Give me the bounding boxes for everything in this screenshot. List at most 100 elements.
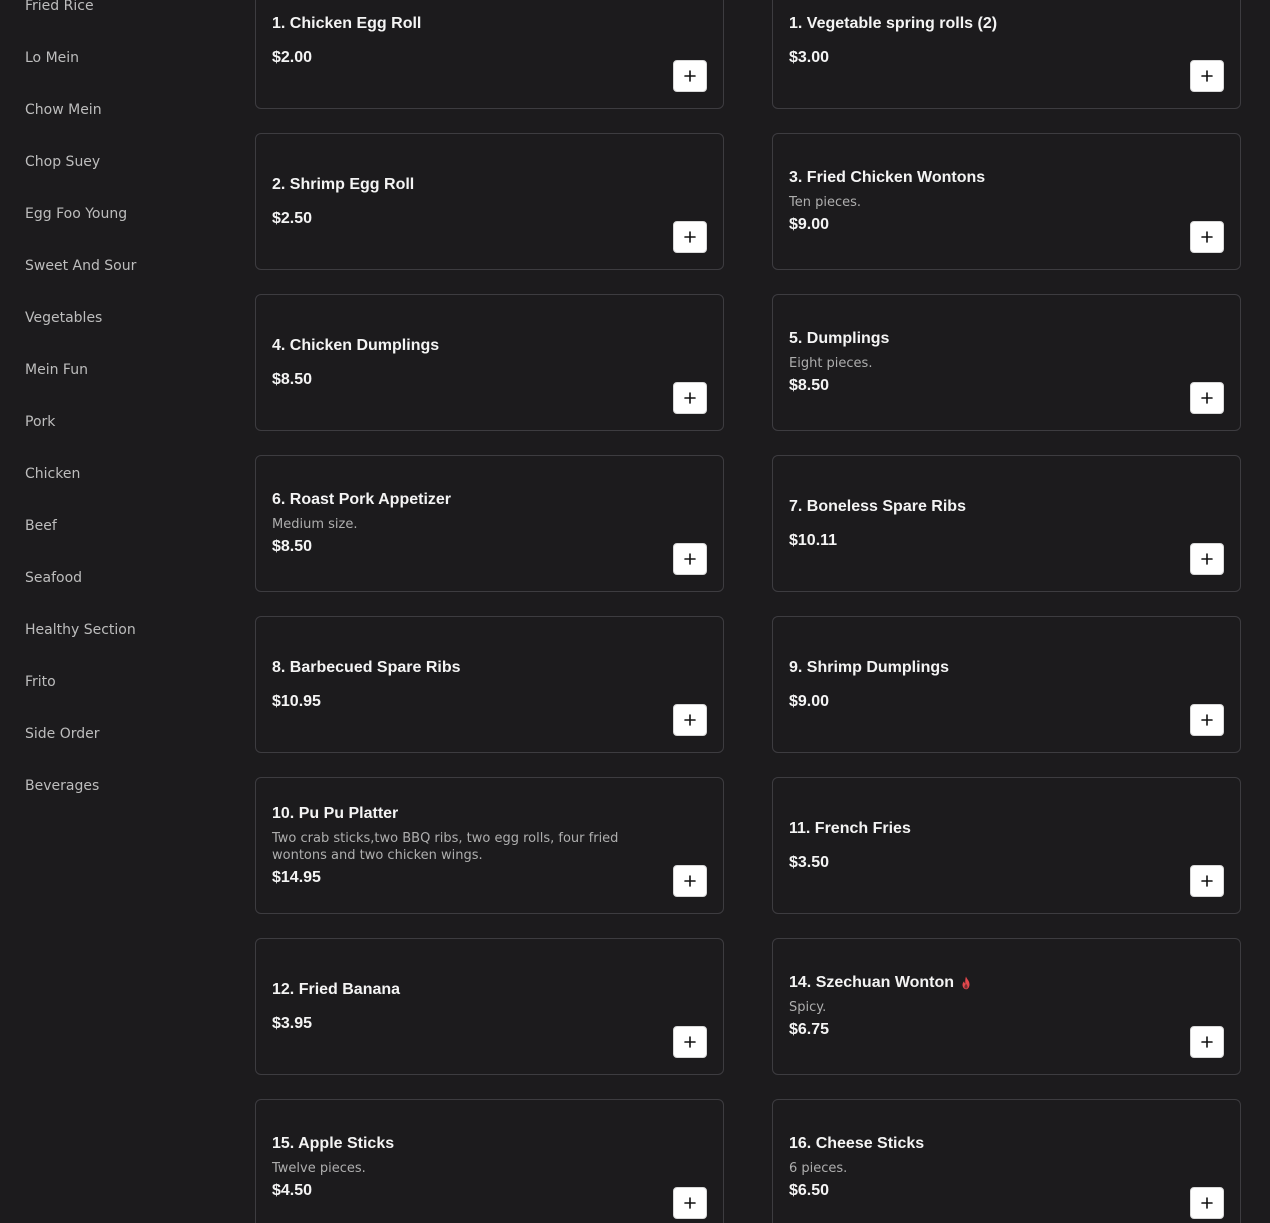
menu-item-card[interactable]: 3. Fried Chicken Wontons Ten pieces. $9.00 [772, 133, 1241, 270]
menu-item-title-text: 6. Roast Pork Appetizer [272, 491, 452, 508]
sidebar-item-chicken[interactable]: Chicken [25, 465, 80, 483]
menu-item-title: 8. Barbecued Spare Ribs [272, 658, 663, 678]
menu-item-title-text: 16. Cheese Sticks [789, 1135, 925, 1152]
plus-icon [1201, 714, 1213, 726]
sidebar-item-fried-rice[interactable]: Fried Rice [25, 0, 94, 15]
add-to-cart-button[interactable] [673, 60, 707, 92]
plus-icon [1201, 553, 1213, 565]
sidebar-item-frito[interactable]: Frito [25, 673, 56, 691]
add-to-cart-button[interactable] [673, 1026, 707, 1058]
plus-icon [684, 70, 696, 82]
sidebar-item-beverages[interactable]: Beverages [25, 777, 99, 795]
add-to-cart-button[interactable] [1190, 704, 1224, 736]
menu-item-info: 10. Pu Pu Platter Two crab sticks,two BBQ… [272, 778, 663, 913]
sidebar-item-seafood[interactable]: Seafood [25, 569, 82, 587]
menu-item-price: $6.50 [789, 1182, 830, 1199]
menu-item-card[interactable]: 9. Shrimp Dumplings $9.00 [772, 616, 1241, 753]
sidebar-item-sweet-and-sour[interactable]: Sweet And Sour [25, 257, 136, 275]
plus-icon [1201, 231, 1213, 243]
menu-item-info: 4. Chicken Dumplings $8.50 [272, 295, 663, 430]
menu-item-info: 2. Shrimp Egg Roll $2.50 [272, 134, 663, 269]
add-to-cart-button[interactable] [673, 865, 707, 897]
add-to-cart-button[interactable] [1190, 1187, 1224, 1219]
menu-item-card[interactable]: 16. Cheese Sticks 6 pieces. $6.50 [772, 1099, 1241, 1223]
menu-item-card[interactable]: 5. Dumplings Eight pieces. $8.50 [772, 294, 1241, 431]
menu-item-price: $8.50 [789, 377, 830, 394]
add-to-cart-button[interactable] [673, 704, 707, 736]
plus-icon [684, 553, 696, 565]
menu-item-card[interactable]: 6. Roast Pork Appetizer Medium size. $8.50 [255, 455, 724, 592]
sidebar-item-beef[interactable]: Beef [25, 517, 57, 535]
menu-item-price: $2.50 [272, 209, 313, 227]
menu-item-card[interactable]: 7. Boneless Spare Ribs $10.11 [772, 455, 1241, 592]
add-to-cart-button[interactable] [1190, 382, 1224, 414]
add-to-cart-button[interactable] [1190, 543, 1224, 575]
menu-item-card[interactable]: 10. Pu Pu Platter Two crab sticks,two BBQ… [255, 777, 724, 914]
menu-item-title: 12. Fried Banana [272, 980, 663, 1000]
menu-item-title: 1. Chicken Egg Roll [272, 14, 663, 34]
sidebar-item-pork[interactable]: Pork [25, 413, 55, 431]
menu-item-info: 15. Apple Sticks Twelve pieces. $4.50 [272, 1100, 663, 1223]
menu-item-title: 7. Boneless Spare Ribs [789, 497, 1180, 517]
menu-item-card[interactable]: 12. Fried Banana $3.95 [255, 938, 724, 1075]
add-to-cart-button[interactable] [1190, 1026, 1224, 1058]
plus-icon [684, 1197, 696, 1209]
menu-item-card[interactable]: 1. Vegetable spring rolls (2) $3.00 [772, 0, 1241, 109]
menu-item-description: Twelve pieces. [272, 1161, 366, 1176]
plus-icon [684, 1036, 696, 1048]
menu-item-title-text: 3. Fried Chicken Wontons [789, 169, 986, 186]
menu-item-price: $6.75 [789, 1021, 830, 1038]
menu-item-card[interactable]: 4. Chicken Dumplings $8.50 [255, 294, 724, 431]
menu-item-price: $3.00 [789, 48, 830, 66]
sidebar-item-healthy-section[interactable]: Healthy Section [25, 621, 136, 639]
menu-item-price: $10.11 [789, 531, 838, 549]
sidebar-item-side-order[interactable]: Side Order [25, 725, 100, 743]
flame-icon [960, 976, 972, 990]
add-to-cart-button[interactable] [1190, 221, 1224, 253]
menu-item-card[interactable]: 14. Szechuan Wonton Spicy. $6.75 [772, 938, 1241, 1075]
menu-item-info: 1. Vegetable spring rolls (2) $3.00 [789, 0, 1180, 108]
add-to-cart-button[interactable] [673, 382, 707, 414]
menu-item-info: 7. Boneless Spare Ribs $10.11 [789, 456, 1180, 591]
menu-item-description: Ten pieces. [789, 195, 862, 210]
menu-item-title-text: 11. French Fries [789, 819, 911, 837]
menu-item-info: 5. Dumplings Eight pieces. $8.50 [789, 295, 1180, 430]
add-to-cart-button[interactable] [673, 221, 707, 253]
menu-item-title-text: 8. Barbecued Spare Ribs [272, 658, 461, 676]
menu-item-title: 9. Shrimp Dumplings [789, 658, 1180, 678]
menu-item-card[interactable]: 11. French Fries $3.50 [772, 777, 1241, 914]
menu-item-title-text: 4. Chicken Dumplings [272, 336, 440, 354]
sidebar-item-chop-suey[interactable]: Chop Suey [25, 153, 100, 171]
menu-item-card[interactable]: 15. Apple Sticks Twelve pieces. $4.50 [255, 1099, 724, 1223]
menu-item-title-text: 7. Boneless Spare Ribs [789, 497, 966, 515]
menu-item-description: Eight pieces. [789, 356, 873, 371]
menu-item-price: $3.50 [789, 853, 830, 871]
menu-item-description: Two crab sticks,two BBQ ribs, two egg ro… [272, 830, 619, 863]
plus-icon [684, 231, 696, 243]
menu-item-card[interactable]: 2. Shrimp Egg Roll $2.50 [255, 133, 724, 270]
menu-item-info: 14. Szechuan Wonton Spicy. $6.75 [789, 939, 1180, 1074]
menu-item-title: 2. Shrimp Egg Roll [272, 175, 663, 195]
menu-item-title-text: 2. Shrimp Egg Roll [272, 175, 415, 193]
menu-item-title: 15. Apple Sticks [272, 1134, 663, 1154]
menu-item-price: $8.50 [272, 370, 313, 388]
plus-icon [1201, 875, 1213, 887]
menu-item-card[interactable]: 8. Barbecued Spare Ribs $10.95 [255, 616, 724, 753]
add-to-cart-button[interactable] [1190, 60, 1224, 92]
sidebar-item-chow-mein[interactable]: Chow Mein [25, 101, 102, 119]
menu-item-info: 6. Roast Pork Appetizer Medium size. $8.50 [272, 456, 663, 591]
sidebar-item-vegetables[interactable]: Vegetables [25, 309, 102, 327]
menu-item-info: 16. Cheese Sticks 6 pieces. $6.50 [789, 1100, 1180, 1223]
add-to-cart-button[interactable] [673, 543, 707, 575]
menu-item-title: 5. Dumplings [789, 329, 1180, 349]
menu-item-card[interactable]: 1. Chicken Egg Roll $2.00 [255, 0, 724, 109]
menu-item-price: $4.50 [272, 1182, 313, 1199]
sidebar-item-lo-mein[interactable]: Lo Mein [25, 49, 79, 67]
plus-icon [684, 392, 696, 404]
add-to-cart-button[interactable] [673, 1187, 707, 1219]
sidebar-item-egg-foo-young[interactable]: Egg Foo Young [25, 205, 127, 223]
add-to-cart-button[interactable] [1190, 865, 1224, 897]
plus-icon [1201, 1197, 1213, 1209]
plus-icon [1201, 392, 1213, 404]
sidebar-item-mein-fun[interactable]: Mein Fun [25, 361, 88, 379]
